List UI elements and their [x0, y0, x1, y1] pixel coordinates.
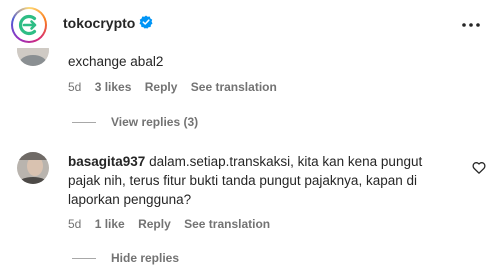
hide-replies-button[interactable]: Hide replies: [111, 251, 179, 265]
replies-divider: [72, 122, 96, 123]
see-translation-button[interactable]: See translation: [184, 217, 270, 231]
comment-text: exchange abal2: [68, 54, 164, 69]
likes-count[interactable]: 3 likes: [95, 80, 132, 94]
account-avatar[interactable]: [11, 7, 47, 43]
view-replies-button[interactable]: View replies (3): [111, 115, 198, 129]
reply-button[interactable]: Reply: [145, 80, 178, 94]
verified-badge-icon: [139, 15, 153, 29]
account-username[interactable]: tokocrypto: [63, 15, 135, 31]
comment-username[interactable]: basagita937: [68, 154, 145, 169]
comment-age: 5d: [68, 217, 82, 231]
comment-meta: 5d 1 like Reply See translation: [68, 217, 280, 231]
comment-meta: 5d 3 likes Reply See translation: [68, 80, 287, 94]
reply-button[interactable]: Reply: [138, 217, 171, 231]
comment-text: basagita937 dalam.setiap.transkaksi, kit…: [68, 152, 458, 209]
comment-avatar[interactable]: [17, 152, 49, 184]
post-header: tokocrypto: [0, 0, 488, 48]
avatar-inner: [13, 9, 45, 41]
replies-divider: [72, 258, 96, 259]
heart-icon[interactable]: [472, 161, 486, 175]
user-photo-icon: [17, 152, 49, 184]
see-translation-button[interactable]: See translation: [191, 80, 277, 94]
comment-age: 5d: [68, 80, 82, 94]
more-options-icon[interactable]: [461, 22, 481, 28]
tokocrypto-logo-icon: [15, 11, 43, 39]
likes-count[interactable]: 1 like: [95, 217, 125, 231]
